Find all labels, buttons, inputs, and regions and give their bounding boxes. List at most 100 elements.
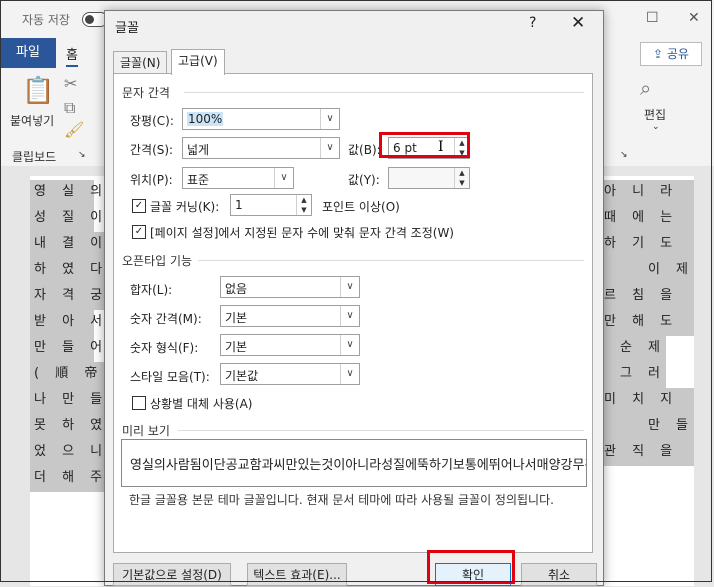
num-forms-value: 기본	[225, 340, 248, 354]
search-icon[interactable]: ⌕	[640, 76, 651, 100]
doc-right-line: 때 에 는	[604, 206, 694, 232]
grid-checkbox[interactable]: ✓	[132, 225, 146, 239]
close-window-icon[interactable]: ✕	[688, 10, 700, 26]
doc-left-line: 자 격 궁 루	[30, 284, 130, 310]
share-label: 공유	[666, 47, 689, 61]
cancel-button[interactable]: 취소	[521, 563, 597, 586]
clipboard-launcher-icon[interactable]: ↘	[78, 150, 86, 160]
position-label: 위치(P):	[130, 173, 173, 187]
doc-left-line: 만 들 어	[30, 336, 102, 362]
help-button[interactable]: ?	[529, 15, 536, 31]
preview-description: 한글 글꼴용 본문 테마 글꼴입니다. 현재 문서 테마에 따라 사용될 글꼴이…	[129, 493, 554, 507]
doc-right-line: 만 들	[604, 414, 694, 440]
kerning-value: 1	[235, 198, 243, 212]
doc-right-line: 관 직 을	[604, 440, 694, 466]
section-divider	[178, 430, 584, 431]
spin-up-icon[interactable]: ▲	[297, 195, 311, 205]
kerning-suffix: 포인트 이상(O)	[322, 200, 400, 214]
by2-label: 값(Y):	[348, 173, 380, 187]
autosave-label: 자동 저장	[22, 13, 70, 27]
position-combo[interactable]: 표준 ∨	[182, 167, 294, 189]
edit-chevron-icon[interactable]: ⌄	[652, 122, 660, 132]
edit-label[interactable]: 편집	[644, 106, 666, 123]
chevron-down-icon[interactable]: ∨	[340, 277, 359, 297]
chevron-down-icon[interactable]: ∨	[320, 138, 339, 158]
num-forms-combo[interactable]: 기본 ∨	[220, 334, 360, 356]
doc-right-line: 르 침 을	[604, 284, 694, 310]
stylistic-combo[interactable]: 기본값 ∨	[220, 363, 360, 385]
paste-icon[interactable]: 📋	[22, 76, 54, 106]
doc-left-line: 받 아 서	[30, 310, 102, 336]
scale-label: 장평(C):	[130, 114, 174, 128]
doc-right-line: 그 러	[604, 362, 666, 388]
dialog-title: 글꼴	[115, 21, 139, 36]
doc-left-line: 더 해 주	[30, 466, 108, 492]
char-spacing-section-title: 문자 간격	[122, 86, 170, 100]
kerning-spinner[interactable]: 1 ▲ ▼	[230, 194, 312, 216]
close-button[interactable]: ✕	[571, 13, 585, 33]
chevron-down-icon[interactable]: ∨	[320, 109, 339, 129]
contextual-label: 상황별 대체 사용(A)	[150, 397, 253, 411]
doc-left-line: 내 결 이	[30, 232, 104, 258]
spacing-combo[interactable]: 넓게 ∨	[182, 137, 340, 159]
font-dialog: 글꼴 ? ✕ 글꼴(N) 고급(V) 문자 간격 장평(C): 100% ∨ 간…	[104, 10, 604, 586]
spin-up-icon[interactable]: ▲	[455, 168, 469, 178]
copy-icon[interactable]: ⧉	[64, 98, 75, 118]
clipboard-group-label: 클립보드	[12, 150, 57, 164]
grid-label: [페이지 설정]에서 지정된 문자 수에 맞춰 문자 간격 조정(W)	[150, 226, 454, 240]
paste-label[interactable]: 붙여넣기	[10, 112, 54, 129]
preview-box: 영실의사람됨이단공교함과씨만있는것이아니라성질에뚝하기보통에뛰어나서매양강무관	[121, 439, 587, 487]
num-forms-label: 숫자 형식(F):	[130, 341, 199, 355]
doc-right-line: 순 제	[604, 336, 666, 362]
chevron-down-icon[interactable]: ∨	[340, 364, 359, 384]
kerning-checkbox[interactable]: ✓	[132, 199, 146, 213]
doc-right-line: 미 치 지	[604, 388, 694, 414]
by-label: 값(B):	[348, 143, 381, 157]
doc-left-line: ( 順 帝 )	[30, 362, 119, 388]
chevron-down-icon[interactable]: ∨	[340, 306, 359, 326]
text-effects-button[interactable]: 텍스트 효과(E)...	[247, 563, 347, 586]
tab-advanced[interactable]: 고급(V)	[171, 49, 225, 75]
spacing-label: 간격(S):	[130, 143, 174, 157]
chevron-down-icon[interactable]: ∨	[274, 168, 293, 188]
cut-icon[interactable]: ✂	[64, 74, 77, 93]
group-launcher-icon[interactable]: ↘	[620, 150, 628, 160]
section-divider	[184, 92, 584, 93]
chevron-down-icon[interactable]: ∨	[340, 335, 359, 355]
contextual-checkbox[interactable]	[132, 396, 146, 410]
ok-button-highlight	[427, 550, 515, 584]
scale-combo[interactable]: 100% ∨	[182, 108, 340, 130]
ligatures-combo[interactable]: 없음 ∨	[220, 276, 360, 298]
tab-file[interactable]: 파일	[0, 38, 56, 68]
share-icon: ⇪	[653, 47, 667, 61]
set-default-button[interactable]: 기본값으로 설정(D)	[113, 563, 231, 586]
spacing-value-highlight	[379, 132, 470, 158]
ligatures-label: 합자(L):	[130, 283, 173, 297]
doc-left-line: 나 만 들	[30, 388, 108, 414]
stylistic-value: 기본값	[225, 369, 259, 383]
opentype-section-title: 오픈타입 기능	[122, 254, 193, 268]
preview-text: 영실의사람됨이단공교함과씨만있는것이아니라성질에뚝하기보통에뛰어나서매양강무관	[130, 458, 587, 473]
num-spacing-combo[interactable]: 기본 ∨	[220, 305, 360, 327]
tab-font[interactable]: 글꼴(N)	[113, 51, 168, 74]
doc-left-line: 영 실 의	[30, 180, 102, 206]
num-spacing-label: 숫자 간격(M):	[130, 312, 202, 326]
kerning-label: 글꼴 커닝(K):	[150, 200, 220, 214]
maximize-icon[interactable]: ☐	[646, 10, 659, 26]
doc-right-line: 아 니 라	[604, 180, 694, 206]
scale-value: 100%	[187, 112, 224, 126]
doc-left-line: 성 질 이	[30, 206, 102, 232]
format-painter-icon[interactable]: 🖌	[64, 120, 84, 139]
doc-left-line: 하 였 다 .	[30, 258, 122, 284]
num-spacing-value: 기본	[225, 311, 248, 325]
spin-down-icon[interactable]: ▼	[297, 205, 311, 215]
section-divider	[198, 260, 584, 261]
preview-section-title: 미리 보기	[122, 424, 170, 438]
ligatures-value: 없음	[225, 282, 248, 296]
spin-down-icon[interactable]: ▼	[455, 178, 469, 188]
doc-right-line: 만 해 도	[604, 310, 694, 336]
doc-right-line: 이 제	[604, 258, 694, 284]
by2-spinner[interactable]: ▲ ▼	[388, 167, 470, 189]
share-button[interactable]: ⇪ 공유	[640, 42, 702, 66]
tab-home[interactable]: 홈	[66, 44, 78, 67]
